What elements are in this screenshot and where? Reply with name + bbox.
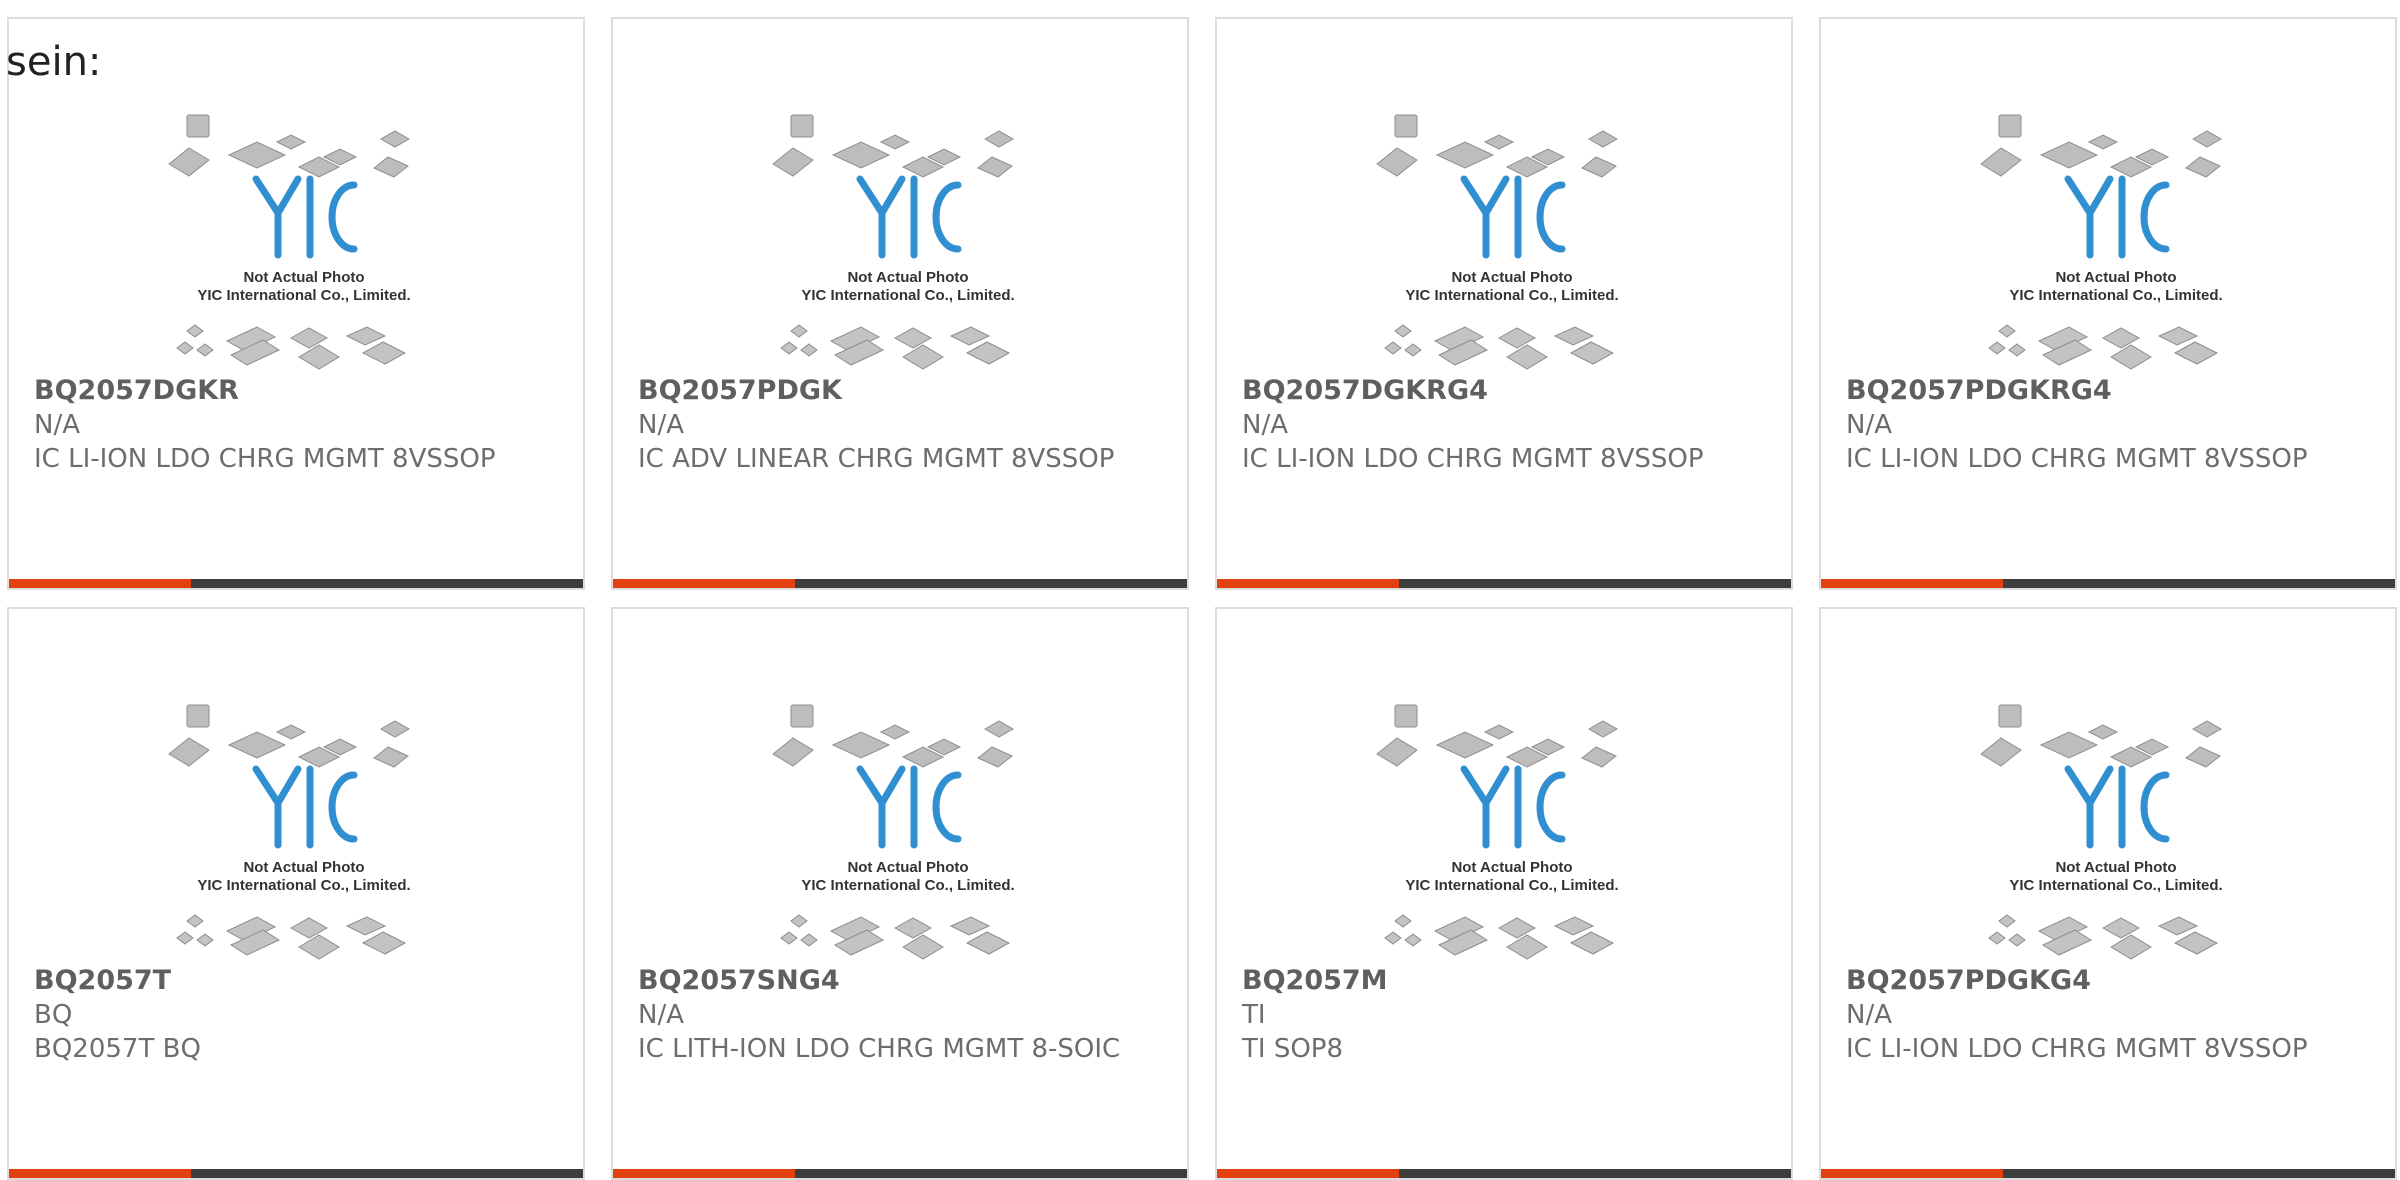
- description: IC LITH-ION LDO CHRG MGMT 8-SOIC: [638, 1034, 1121, 1064]
- svg-text:YIC International Co., Limited: YIC International Co., Limited.: [1405, 877, 1618, 894]
- product-image[interactable]: Not Actual Photo YIC International Co., …: [763, 699, 1053, 964]
- manufacturer: TI: [1242, 1000, 1266, 1030]
- description: TI SOP8: [1242, 1034, 1344, 1064]
- description: IC LI-ION LDO CHRG MGMT 8VSSOP: [1846, 444, 2308, 474]
- part-number[interactable]: BQ2057M: [1242, 964, 1762, 998]
- svg-text:YIC International Co., Limited: YIC International Co., Limited.: [2009, 287, 2222, 304]
- product-image[interactable]: Not Actual Photo YIC International Co., …: [159, 699, 449, 964]
- svg-text:YIC International Co., Limited: YIC International Co., Limited.: [801, 287, 1014, 304]
- description: IC LI-ION LDO CHRG MGMT 8VSSOP: [34, 444, 496, 474]
- svg-text:YIC International Co., Limited: YIC International Co., Limited.: [1405, 287, 1618, 304]
- description: IC LI-ION LDO CHRG MGMT 8VSSOP: [1846, 1034, 2308, 1064]
- card-bar-accent: [613, 579, 795, 588]
- svg-text:YIC International Co., Limited: YIC International Co., Limited.: [197, 287, 410, 304]
- card-bar: [613, 579, 1187, 588]
- svg-text:Not Actual Photo: Not Actual Photo: [1451, 269, 1572, 286]
- part-number[interactable]: BQ2057DGKR: [34, 374, 554, 408]
- svg-text:Not Actual Photo: Not Actual Photo: [847, 269, 968, 286]
- product-card[interactable]: Not Actual Photo YIC International Co., …: [7, 607, 585, 1180]
- card-bar-accent: [1821, 579, 2003, 588]
- manufacturer: N/A: [34, 410, 80, 440]
- manufacturer: N/A: [1846, 410, 1892, 440]
- description: BQ2057T BQ: [34, 1034, 201, 1064]
- svg-text:YIC International Co., Limited: YIC International Co., Limited.: [2009, 877, 2222, 894]
- intro-text: sein:: [6, 39, 102, 85]
- svg-text:YIC International Co., Limited: YIC International Co., Limited.: [197, 877, 410, 894]
- product-image[interactable]: Not Actual Photo YIC International Co., …: [1367, 109, 1657, 374]
- part-number[interactable]: BQ2057PDGKG4: [1846, 964, 2366, 998]
- card-bar: [613, 1169, 1187, 1178]
- product-image[interactable]: Not Actual Photo YIC International Co., …: [159, 109, 449, 374]
- svg-text:Not Actual Photo: Not Actual Photo: [847, 859, 968, 876]
- svg-text:YIC International Co., Limited: YIC International Co., Limited.: [801, 877, 1014, 894]
- product-image[interactable]: Not Actual Photo YIC International Co., …: [1367, 699, 1657, 964]
- product-card[interactable]: Not Actual Photo YIC International Co., …: [1819, 607, 2397, 1180]
- product-card[interactable]: Not Actual Photo YIC International Co., …: [1819, 17, 2397, 590]
- card-bar-accent: [9, 579, 191, 588]
- manufacturer: N/A: [1846, 1000, 1892, 1030]
- manufacturer: BQ: [34, 1000, 73, 1030]
- part-number[interactable]: BQ2057PDGK: [638, 374, 1158, 408]
- part-number[interactable]: BQ2057T: [34, 964, 554, 998]
- part-number[interactable]: BQ2057SNG4: [638, 964, 1158, 998]
- card-bar-accent: [613, 1169, 795, 1178]
- product-card[interactable]: Not Actual Photo YIC International Co., …: [611, 607, 1189, 1180]
- product-card[interactable]: Not Actual Photo YIC International Co., …: [7, 17, 585, 590]
- svg-text:Not Actual Photo: Not Actual Photo: [243, 859, 364, 876]
- card-bar: [9, 1169, 583, 1178]
- card-bar: [1821, 1169, 2395, 1178]
- product-card[interactable]: Not Actual Photo YIC International Co., …: [1215, 607, 1793, 1180]
- part-number[interactable]: BQ2057PDGKRG4: [1846, 374, 2366, 408]
- description: IC ADV LINEAR CHRG MGMT 8VSSOP: [638, 444, 1115, 474]
- svg-text:Not Actual Photo: Not Actual Photo: [2055, 269, 2176, 286]
- card-bar-accent: [1217, 579, 1399, 588]
- card-bar: [1217, 579, 1791, 588]
- product-image[interactable]: Not Actual Photo YIC International Co., …: [1971, 109, 2261, 374]
- svg-text:Not Actual Photo: Not Actual Photo: [243, 269, 364, 286]
- card-bar-accent: [1821, 1169, 2003, 1178]
- product-image[interactable]: Not Actual Photo YIC International Co., …: [763, 109, 1053, 374]
- manufacturer: N/A: [1242, 410, 1288, 440]
- product-image[interactable]: Not Actual Photo YIC International Co., …: [1971, 699, 2261, 964]
- product-card[interactable]: Not Actual Photo YIC International Co., …: [1215, 17, 1793, 590]
- manufacturer: N/A: [638, 410, 684, 440]
- card-bar-accent: [9, 1169, 191, 1178]
- product-card[interactable]: Not Actual Photo YIC International Co., …: [611, 17, 1189, 590]
- card-bar: [1821, 579, 2395, 588]
- card-bar: [9, 579, 583, 588]
- svg-text:Not Actual Photo: Not Actual Photo: [2055, 859, 2176, 876]
- description: IC LI-ION LDO CHRG MGMT 8VSSOP: [1242, 444, 1704, 474]
- part-number[interactable]: BQ2057DGKRG4: [1242, 374, 1762, 408]
- manufacturer: N/A: [638, 1000, 684, 1030]
- svg-text:Not Actual Photo: Not Actual Photo: [1451, 859, 1572, 876]
- card-bar: [1217, 1169, 1791, 1178]
- card-bar-accent: [1217, 1169, 1399, 1178]
